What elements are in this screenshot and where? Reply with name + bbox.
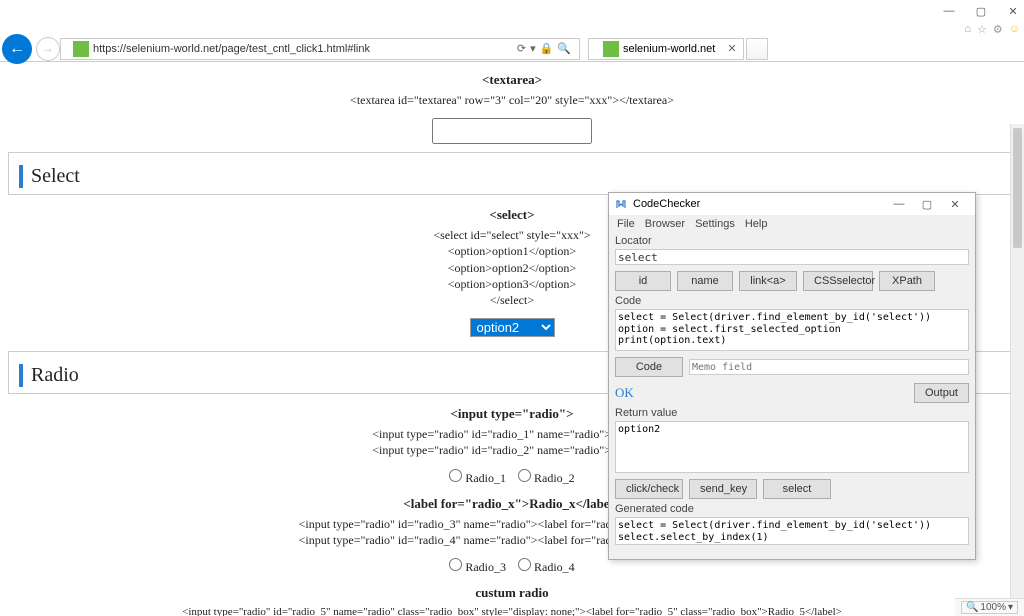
radio-3[interactable]: [449, 558, 462, 571]
cc-locator-label: Locator: [615, 235, 969, 247]
address-bar-row: ← → https://selenium-world.net/page/test…: [0, 36, 1024, 62]
back-button[interactable]: ←: [2, 34, 32, 64]
tab-title: selenium-world.net: [623, 43, 715, 55]
close-icon[interactable]: ✕: [1004, 2, 1022, 20]
home-icon[interactable]: ⌂: [964, 23, 971, 35]
maximize-icon[interactable]: ▢: [972, 2, 990, 20]
cc-ok-status: OK: [615, 385, 634, 401]
minimize-icon[interactable]: —: [940, 2, 958, 20]
cc-return-label: Return value: [615, 407, 969, 419]
radio-4[interactable]: [518, 558, 531, 571]
new-tab-button[interactable]: [746, 38, 768, 60]
cc-minimize-icon[interactable]: —: [885, 198, 913, 210]
refresh-icon[interactable]: ⟳: [517, 42, 526, 55]
textarea-code: <textarea id="textarea" row="3" col="20"…: [8, 92, 1016, 114]
cc-memo-input[interactable]: [689, 359, 969, 375]
vertical-scrollbar[interactable]: [1010, 124, 1024, 598]
custom-radio-header: custum radio: [8, 579, 1016, 605]
cc-locator-input[interactable]: [615, 249, 969, 265]
cc-menubar: File Browser Settings Help: [609, 215, 975, 233]
cc-return-area[interactable]: option2: [615, 421, 969, 473]
cc-menu-browser[interactable]: Browser: [645, 218, 685, 230]
tab-site-icon: [603, 41, 619, 57]
star-icon[interactable]: ☆: [977, 23, 987, 36]
cc-app-icon: [615, 198, 627, 210]
cc-btn-xpath[interactable]: XPath: [879, 271, 935, 291]
site-icon: [73, 41, 89, 57]
gear-icon[interactable]: ⚙: [993, 23, 1003, 36]
cc-code-area[interactable]: select = Select(driver.find_element_by_i…: [615, 309, 969, 351]
cc-gen-label: Generated code: [615, 503, 969, 515]
cc-btn-link[interactable]: link<a>: [739, 271, 797, 291]
scroll-thumb[interactable]: [1013, 128, 1022, 248]
cc-titlebar[interactable]: CodeChecker — ▢ ✕: [609, 193, 975, 215]
radio-code-56: <input type="radio" id="radio_5" name="r…: [8, 605, 1016, 616]
browser-icon-row: ⌂ ☆ ⚙ ☺: [0, 22, 1024, 36]
textarea-demo[interactable]: [432, 118, 592, 144]
url-text: https://selenium-world.net/page/test_cnt…: [93, 43, 370, 55]
zoom-icon: 🔍: [966, 602, 978, 613]
window-titlebar: — ▢ ✕: [0, 0, 1024, 22]
radio-2-label: Radio_2: [534, 471, 575, 485]
cc-menu-settings[interactable]: Settings: [695, 218, 735, 230]
cc-btn-name[interactable]: name: [677, 271, 733, 291]
cc-gen-area[interactable]: select = Select(driver.find_element_by_i…: [615, 517, 969, 545]
browser-tab[interactable]: selenium-world.net ✕: [588, 38, 744, 60]
forward-button[interactable]: →: [36, 37, 60, 61]
cc-btn-click[interactable]: click/check: [615, 479, 683, 499]
address-bar[interactable]: https://selenium-world.net/page/test_cnt…: [60, 38, 580, 60]
cc-menu-file[interactable]: File: [617, 218, 635, 230]
radio-1[interactable]: [449, 469, 462, 482]
lock-icon[interactable]: 🔒: [540, 42, 554, 55]
radio-3-label: Radio_3: [465, 560, 506, 574]
select-demo[interactable]: option2: [470, 318, 555, 337]
textarea-header: <textarea>: [8, 66, 1016, 92]
cc-btn-output[interactable]: Output: [914, 383, 969, 403]
search-icon[interactable]: 🔍: [557, 42, 571, 55]
smile-icon[interactable]: ☺: [1009, 23, 1020, 35]
cc-maximize-icon[interactable]: ▢: [913, 198, 941, 211]
zoom-chevron-icon[interactable]: ▾: [1008, 602, 1013, 613]
cc-btn-send[interactable]: send_key: [689, 479, 757, 499]
zoom-indicator[interactable]: 🔍 100% ▾: [961, 601, 1018, 614]
tab-close-icon[interactable]: ✕: [727, 42, 736, 55]
cc-btn-code[interactable]: Code: [615, 357, 683, 377]
status-bar: 🔍 100% ▾: [955, 598, 1024, 616]
cc-code-label: Code: [615, 295, 969, 307]
cc-close-icon[interactable]: ✕: [941, 198, 969, 211]
select-section-title: Select: [19, 165, 1005, 188]
radio-2[interactable]: [518, 469, 531, 482]
cc-btn-select[interactable]: select: [763, 479, 831, 499]
address-tools: ⟳ ▾ 🔒 🔍: [517, 42, 575, 55]
cc-title-text: CodeChecker: [633, 198, 700, 210]
zoom-value: 100%: [980, 602, 1006, 613]
codechecker-window[interactable]: CodeChecker — ▢ ✕ File Browser Settings …: [608, 192, 976, 560]
cc-menu-help[interactable]: Help: [745, 218, 768, 230]
cc-btn-id[interactable]: id: [615, 271, 671, 291]
radio-1-label: Radio_1: [465, 471, 506, 485]
cc-btn-css[interactable]: CSSselector: [803, 271, 873, 291]
radio-4-label: Radio_4: [534, 560, 575, 574]
